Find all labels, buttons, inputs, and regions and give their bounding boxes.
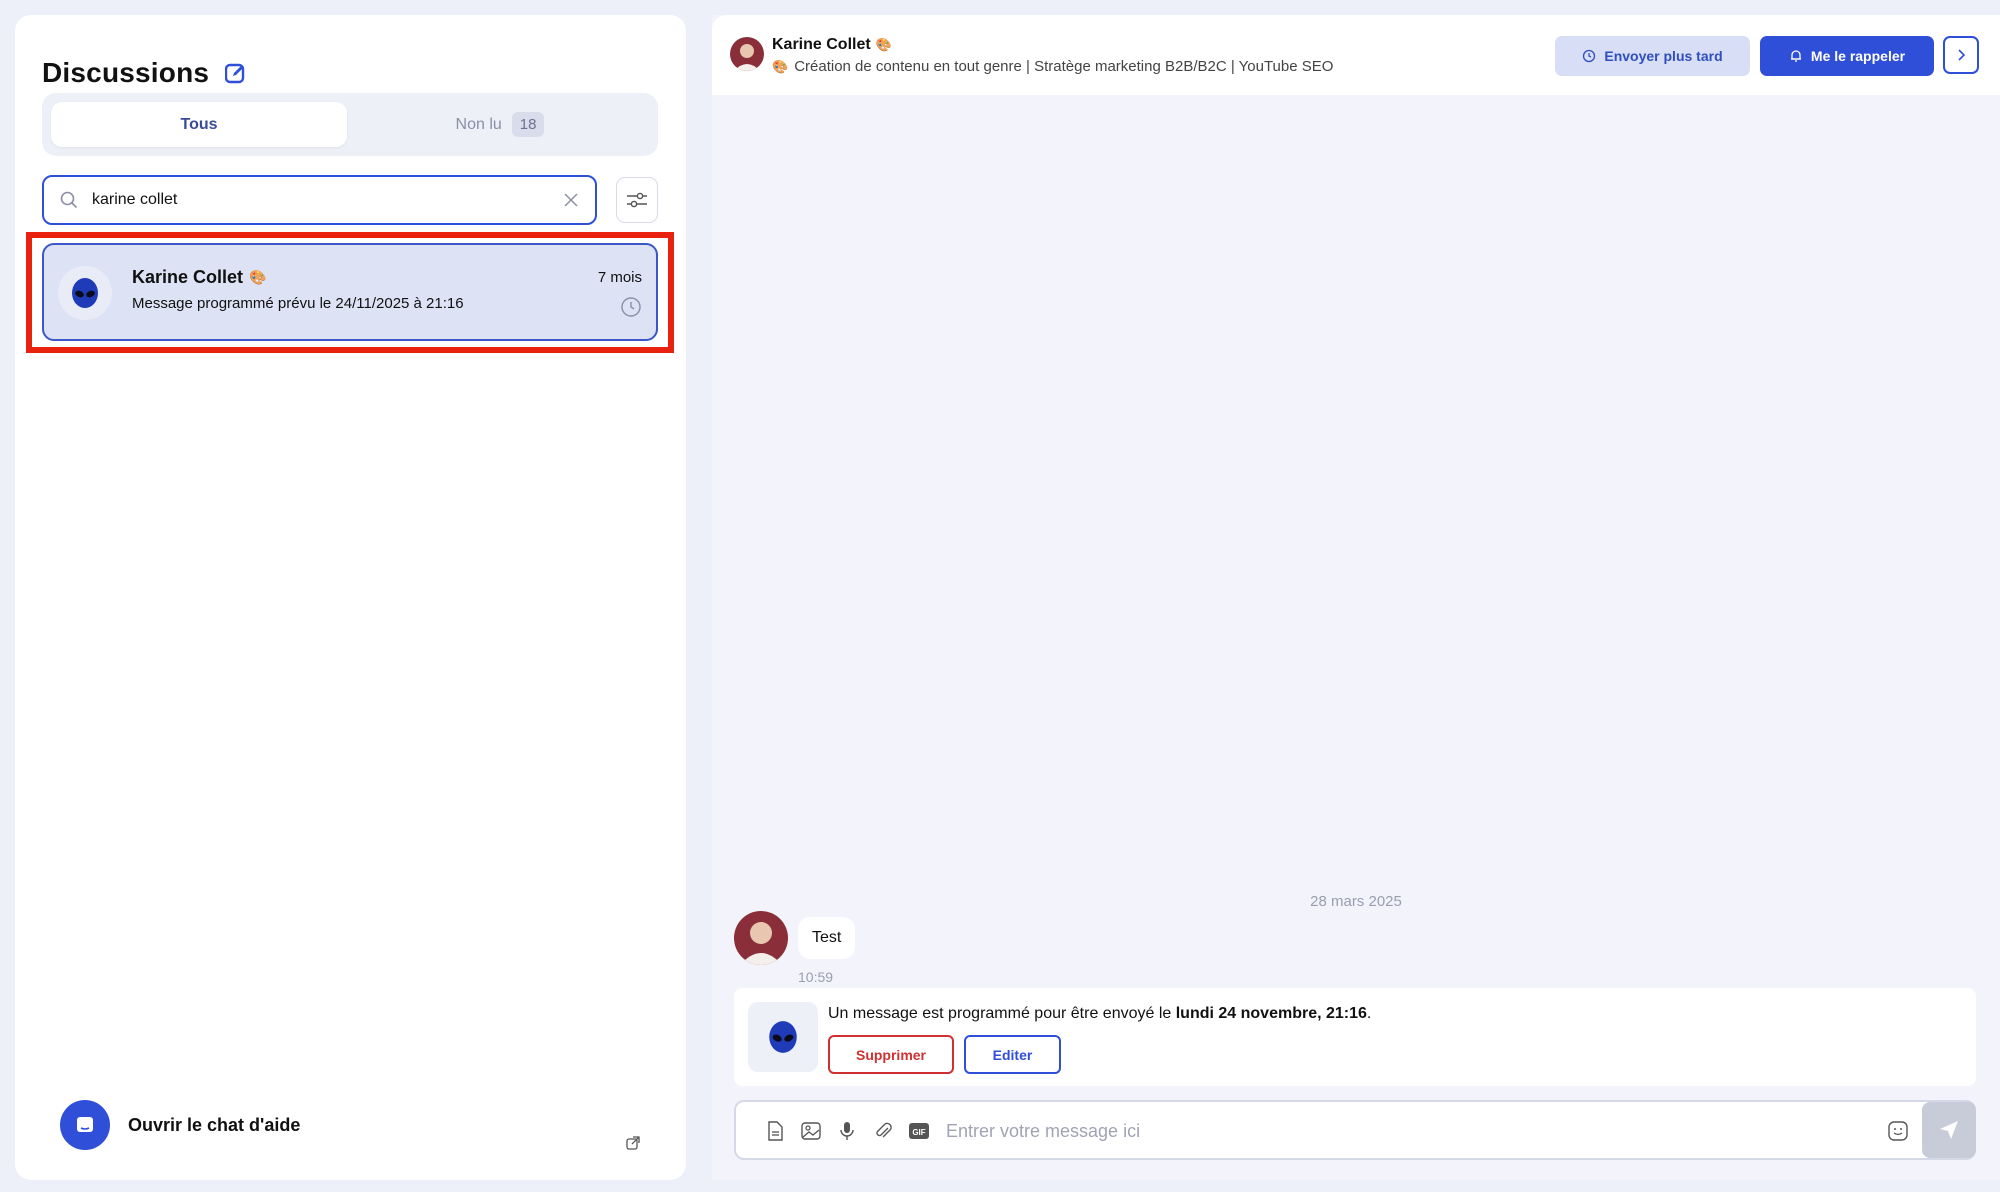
message-avatar <box>734 911 788 965</box>
send-later-button[interactable]: Envoyer plus tard <box>1555 36 1750 76</box>
conversation-name-text: Karine Collet <box>132 267 244 287</box>
chat-header: Karine Collet 🎨 🎨 Création de contenu en… <box>712 15 2000 95</box>
scheduled-avatar <box>748 1002 818 1072</box>
gif-icon[interactable]: GIF <box>908 1120 930 1142</box>
chat-bubble-icon <box>77 1117 93 1132</box>
svg-text:GIF: GIF <box>912 1128 925 1137</box>
scheduled-text-prefix: Un message est programmé pour être envoy… <box>828 1005 1176 1022</box>
help-chat-link[interactable]: Ouvrir le chat d'aide <box>60 1100 300 1150</box>
send-button[interactable] <box>1922 1102 1976 1158</box>
scheduled-text: Un message est programmé pour être envoy… <box>828 1005 1371 1023</box>
tab-unread[interactable]: Non lu 18 <box>350 102 650 147</box>
contact-headline: 🎨 Création de contenu en tout genre | St… <box>772 58 1333 75</box>
remind-me-button[interactable]: Me le rappeler <box>1760 36 1934 76</box>
send-icon <box>1940 1121 1958 1139</box>
palette-emoji: 🎨 <box>249 269 267 285</box>
message-bubble: Test <box>798 917 856 959</box>
chat-panel: Karine Collet 🎨 🎨 Création de contenu en… <box>712 15 2000 1180</box>
person-photo-icon <box>734 911 788 965</box>
conversation-preview: Message programmé prévu le 24/11/2025 à … <box>132 295 464 312</box>
filter-button[interactable] <box>616 177 658 223</box>
chevron-right-icon <box>1958 49 1966 61</box>
page-title: Discussions <box>42 57 210 88</box>
person-photo-icon <box>730 37 764 71</box>
message-time: 10:59 <box>798 969 834 985</box>
send-later-label: Envoyer plus tard <box>1604 48 1723 64</box>
clock-icon <box>1583 49 1596 63</box>
tab-unread-label: Non lu <box>455 115 502 133</box>
contact-name: Karine Collet 🎨 <box>772 36 892 54</box>
scheduled-text-suffix: . <box>1366 1005 1372 1022</box>
sliders-icon <box>627 192 647 208</box>
conversation-name: Karine Collet 🎨 <box>132 267 266 288</box>
next-button[interactable] <box>1943 36 1979 74</box>
contact-name-text: Karine Collet <box>772 36 871 53</box>
date-separator: 28 mars 2025 <box>1310 893 1402 910</box>
remind-me-label: Me le rappeler <box>1810 48 1906 64</box>
search-input[interactable] <box>92 191 563 209</box>
scheduled-message-notice: Un message est programmé pour être envoy… <box>734 988 1976 1086</box>
delete-scheduled-button[interactable]: Supprimer <box>828 1035 954 1074</box>
contact-name-emoji: 🎨 <box>875 37 892 52</box>
scheduled-date: lundi 24 novembre, 21:16 <box>1175 1005 1367 1022</box>
microphone-icon[interactable] <box>836 1120 858 1142</box>
message-composer: GIF <box>734 1100 1976 1160</box>
conversation-avatar <box>58 266 112 320</box>
help-chat-button[interactable] <box>60 1100 110 1150</box>
contact-avatar[interactable] <box>730 37 764 71</box>
contact-headline-emoji: 🎨 <box>772 58 789 74</box>
document-icon[interactable] <box>764 1120 786 1142</box>
clock-icon <box>621 297 641 317</box>
attachment-icon[interactable] <box>872 1120 894 1142</box>
help-chat-label: Ouvrir le chat d'aide <box>128 1114 301 1135</box>
compose-icon[interactable] <box>224 62 247 84</box>
alien-icon <box>769 1021 797 1053</box>
bell-icon <box>1790 50 1801 62</box>
message-input[interactable] <box>946 1118 1846 1144</box>
search-icon <box>60 191 78 209</box>
edit-scheduled-button[interactable]: Editer <box>964 1035 1061 1074</box>
search-box[interactable] <box>42 175 597 225</box>
conversation-time: 7 mois <box>597 269 642 286</box>
tab-all[interactable]: Tous <box>51 102 347 147</box>
conversation-item[interactable]: Karine Collet 🎨 Message programmé prévu … <box>42 243 658 341</box>
image-icon[interactable] <box>800 1120 822 1142</box>
tab-all-label: Tous <box>180 115 218 133</box>
external-link-icon[interactable] <box>625 1135 641 1151</box>
filter-tabs: Tous Non lu 18 <box>42 93 658 156</box>
contact-headline-text: Création de contenu en tout genre | Stra… <box>794 58 1334 75</box>
unread-count-badge: 18 <box>511 112 545 137</box>
conversations-header: Discussions <box>42 57 247 89</box>
conversations-panel: Discussions Tous Non lu 18 karine collet… <box>15 15 686 1180</box>
emoji-icon[interactable] <box>1887 1120 1909 1142</box>
alien-icon <box>72 278 98 308</box>
clear-search-icon[interactable] <box>563 192 579 208</box>
